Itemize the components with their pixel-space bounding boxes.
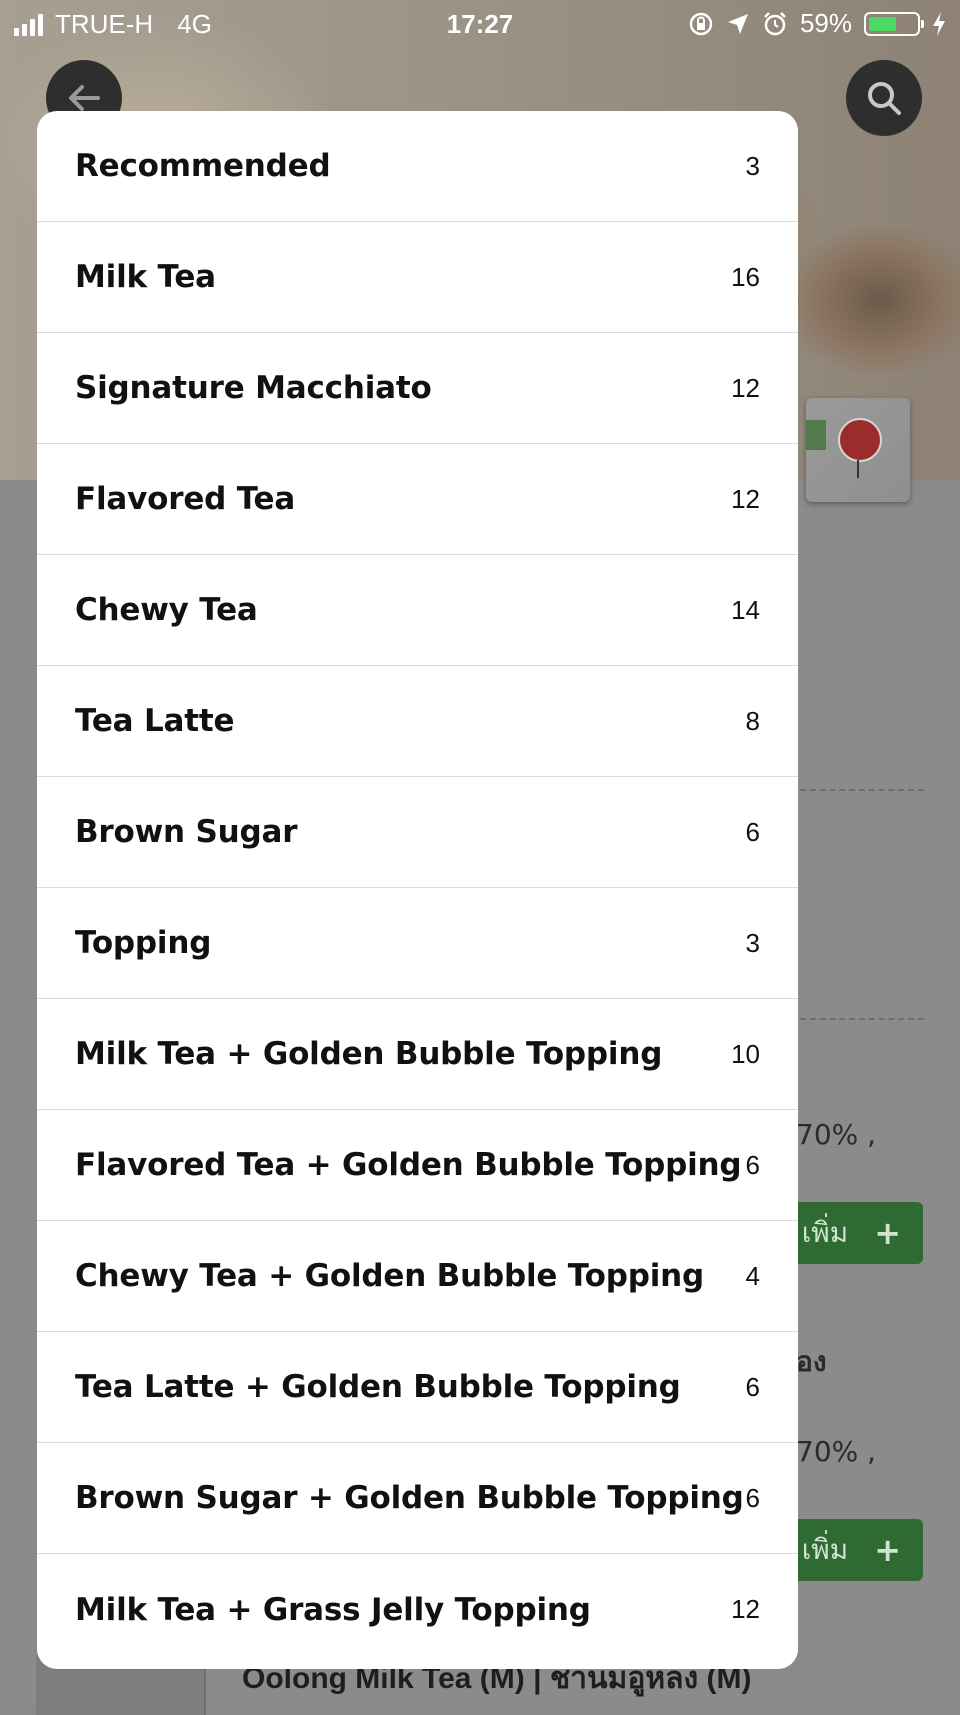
add-button-label: เพิ่ม	[801, 1533, 849, 1566]
map-park-area	[806, 420, 826, 450]
category-item-count: 14	[731, 594, 760, 625]
category-name: Tea Latte	[75, 703, 235, 739]
category-name: Recommended	[75, 148, 331, 184]
category-item[interactable]: Milk Tea + Golden Bubble Topping 10	[37, 999, 798, 1110]
category-item-count: 10	[731, 1038, 760, 1069]
category-item-count: 6	[745, 816, 760, 847]
category-name: Chewy Tea + Golden Bubble Topping	[75, 1258, 704, 1294]
category-item[interactable]: Signature Macchiato 12	[37, 333, 798, 444]
category-item[interactable]: Tea Latte 8	[37, 666, 798, 777]
battery-icon	[864, 11, 924, 36]
add-button-label: เพิ่ม	[801, 1216, 849, 1249]
category-name: Brown Sugar	[75, 814, 298, 850]
category-name: Milk Tea	[75, 259, 216, 295]
category-item-count: 3	[745, 150, 760, 181]
category-name: Milk Tea + Golden Bubble Topping	[75, 1036, 663, 1072]
category-name: Topping	[75, 925, 212, 961]
category-item-count: 12	[731, 1594, 760, 1624]
category-item[interactable]: Recommended 3	[37, 111, 798, 222]
category-item-count: 4	[745, 1260, 760, 1291]
category-item[interactable]: Flavored Tea 12	[37, 444, 798, 555]
category-name: Brown Sugar + Golden Bubble Topping	[75, 1480, 744, 1516]
search-button[interactable]	[846, 60, 922, 136]
category-name: Signature Macchiato	[75, 370, 432, 406]
item-name-fragment: อง	[796, 1345, 827, 1378]
category-item[interactable]: Chewy Tea 14	[37, 555, 798, 666]
category-item-count: 8	[745, 705, 760, 736]
location-arrow-icon	[727, 13, 748, 34]
plus-icon: +	[874, 1531, 901, 1569]
charging-bolt-icon	[933, 11, 945, 36]
status-bar: TRUE-H 4G 17:27 59%	[0, 0, 960, 48]
item-description-fragment: 70% ,	[796, 1118, 877, 1151]
battery-level-fill	[869, 16, 896, 31]
category-item-count: 6	[745, 1482, 760, 1513]
divider	[800, 1018, 924, 1020]
category-item[interactable]: Brown Sugar 6	[37, 777, 798, 888]
category-name: Tea Latte + Golden Bubble Topping	[75, 1369, 681, 1405]
category-item[interactable]: Milk Tea + Grass Jelly Topping 12	[37, 1554, 798, 1665]
add-to-cart-button[interactable]: เพิ่ม +	[780, 1519, 923, 1581]
search-icon	[868, 82, 901, 115]
category-item[interactable]: Milk Tea 16	[37, 222, 798, 333]
category-name: Flavored Tea	[75, 481, 296, 517]
divider	[800, 789, 924, 791]
category-item-count: 12	[731, 483, 760, 514]
rotation-lock-icon	[689, 12, 713, 35]
category-item[interactable]: Tea Latte + Golden Bubble Topping 6	[37, 1332, 798, 1443]
category-name: Flavored Tea + Golden Bubble Topping	[75, 1147, 742, 1183]
item-description-fragment: 70% ,	[796, 1435, 877, 1468]
category-menu-sheet: Recommended 3 Milk Tea 16 Signature Macchiat…	[37, 111, 798, 1669]
alarm-icon	[764, 11, 786, 35]
category-item-count: 3	[745, 927, 760, 958]
category-item[interactable]: Chewy Tea + Golden Bubble Topping 4	[37, 1221, 798, 1332]
category-item[interactable]: Topping 3	[37, 888, 798, 999]
category-item-count: 16	[731, 261, 760, 292]
category-item[interactable]: Brown Sugar + Golden Bubble Topping 6	[37, 1443, 798, 1554]
pin-stem	[857, 460, 859, 478]
plus-icon: +	[874, 1214, 901, 1252]
category-name: Chewy Tea	[75, 592, 258, 628]
category-item-count: 12	[731, 372, 760, 403]
category-item-count: 6	[745, 1371, 760, 1402]
map-button[interactable]	[806, 398, 910, 502]
category-item[interactable]: Flavored Tea + Golden Bubble Topping 6	[37, 1110, 798, 1221]
add-to-cart-button[interactable]: เพิ่ม +	[780, 1202, 923, 1264]
battery-percentage: 59%	[799, 8, 852, 38]
restaurant-pin-icon	[838, 418, 882, 462]
category-name: Milk Tea + Grass Jelly Topping	[75, 1591, 591, 1628]
category-item-count: 6	[745, 1149, 760, 1180]
